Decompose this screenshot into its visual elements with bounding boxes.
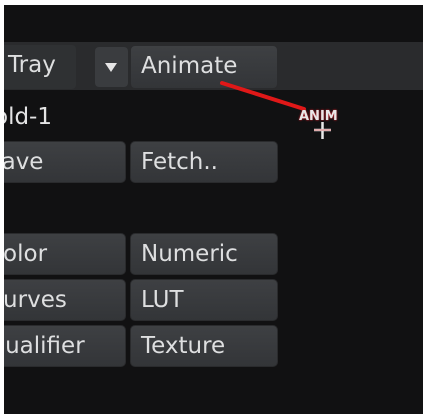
tool-panel: Tray Animate old-1 Save Fetch.. Color Nu… bbox=[4, 5, 423, 414]
annotation-overlay bbox=[220, 81, 331, 139]
screenshot-frame: Tray Animate old-1 Save Fetch.. Color Nu… bbox=[0, 0, 427, 417]
crosshair-cursor-icon bbox=[314, 122, 331, 139]
anim-annotation-label: ANIM bbox=[299, 109, 338, 124]
annotation-arrow bbox=[220, 81, 306, 111]
